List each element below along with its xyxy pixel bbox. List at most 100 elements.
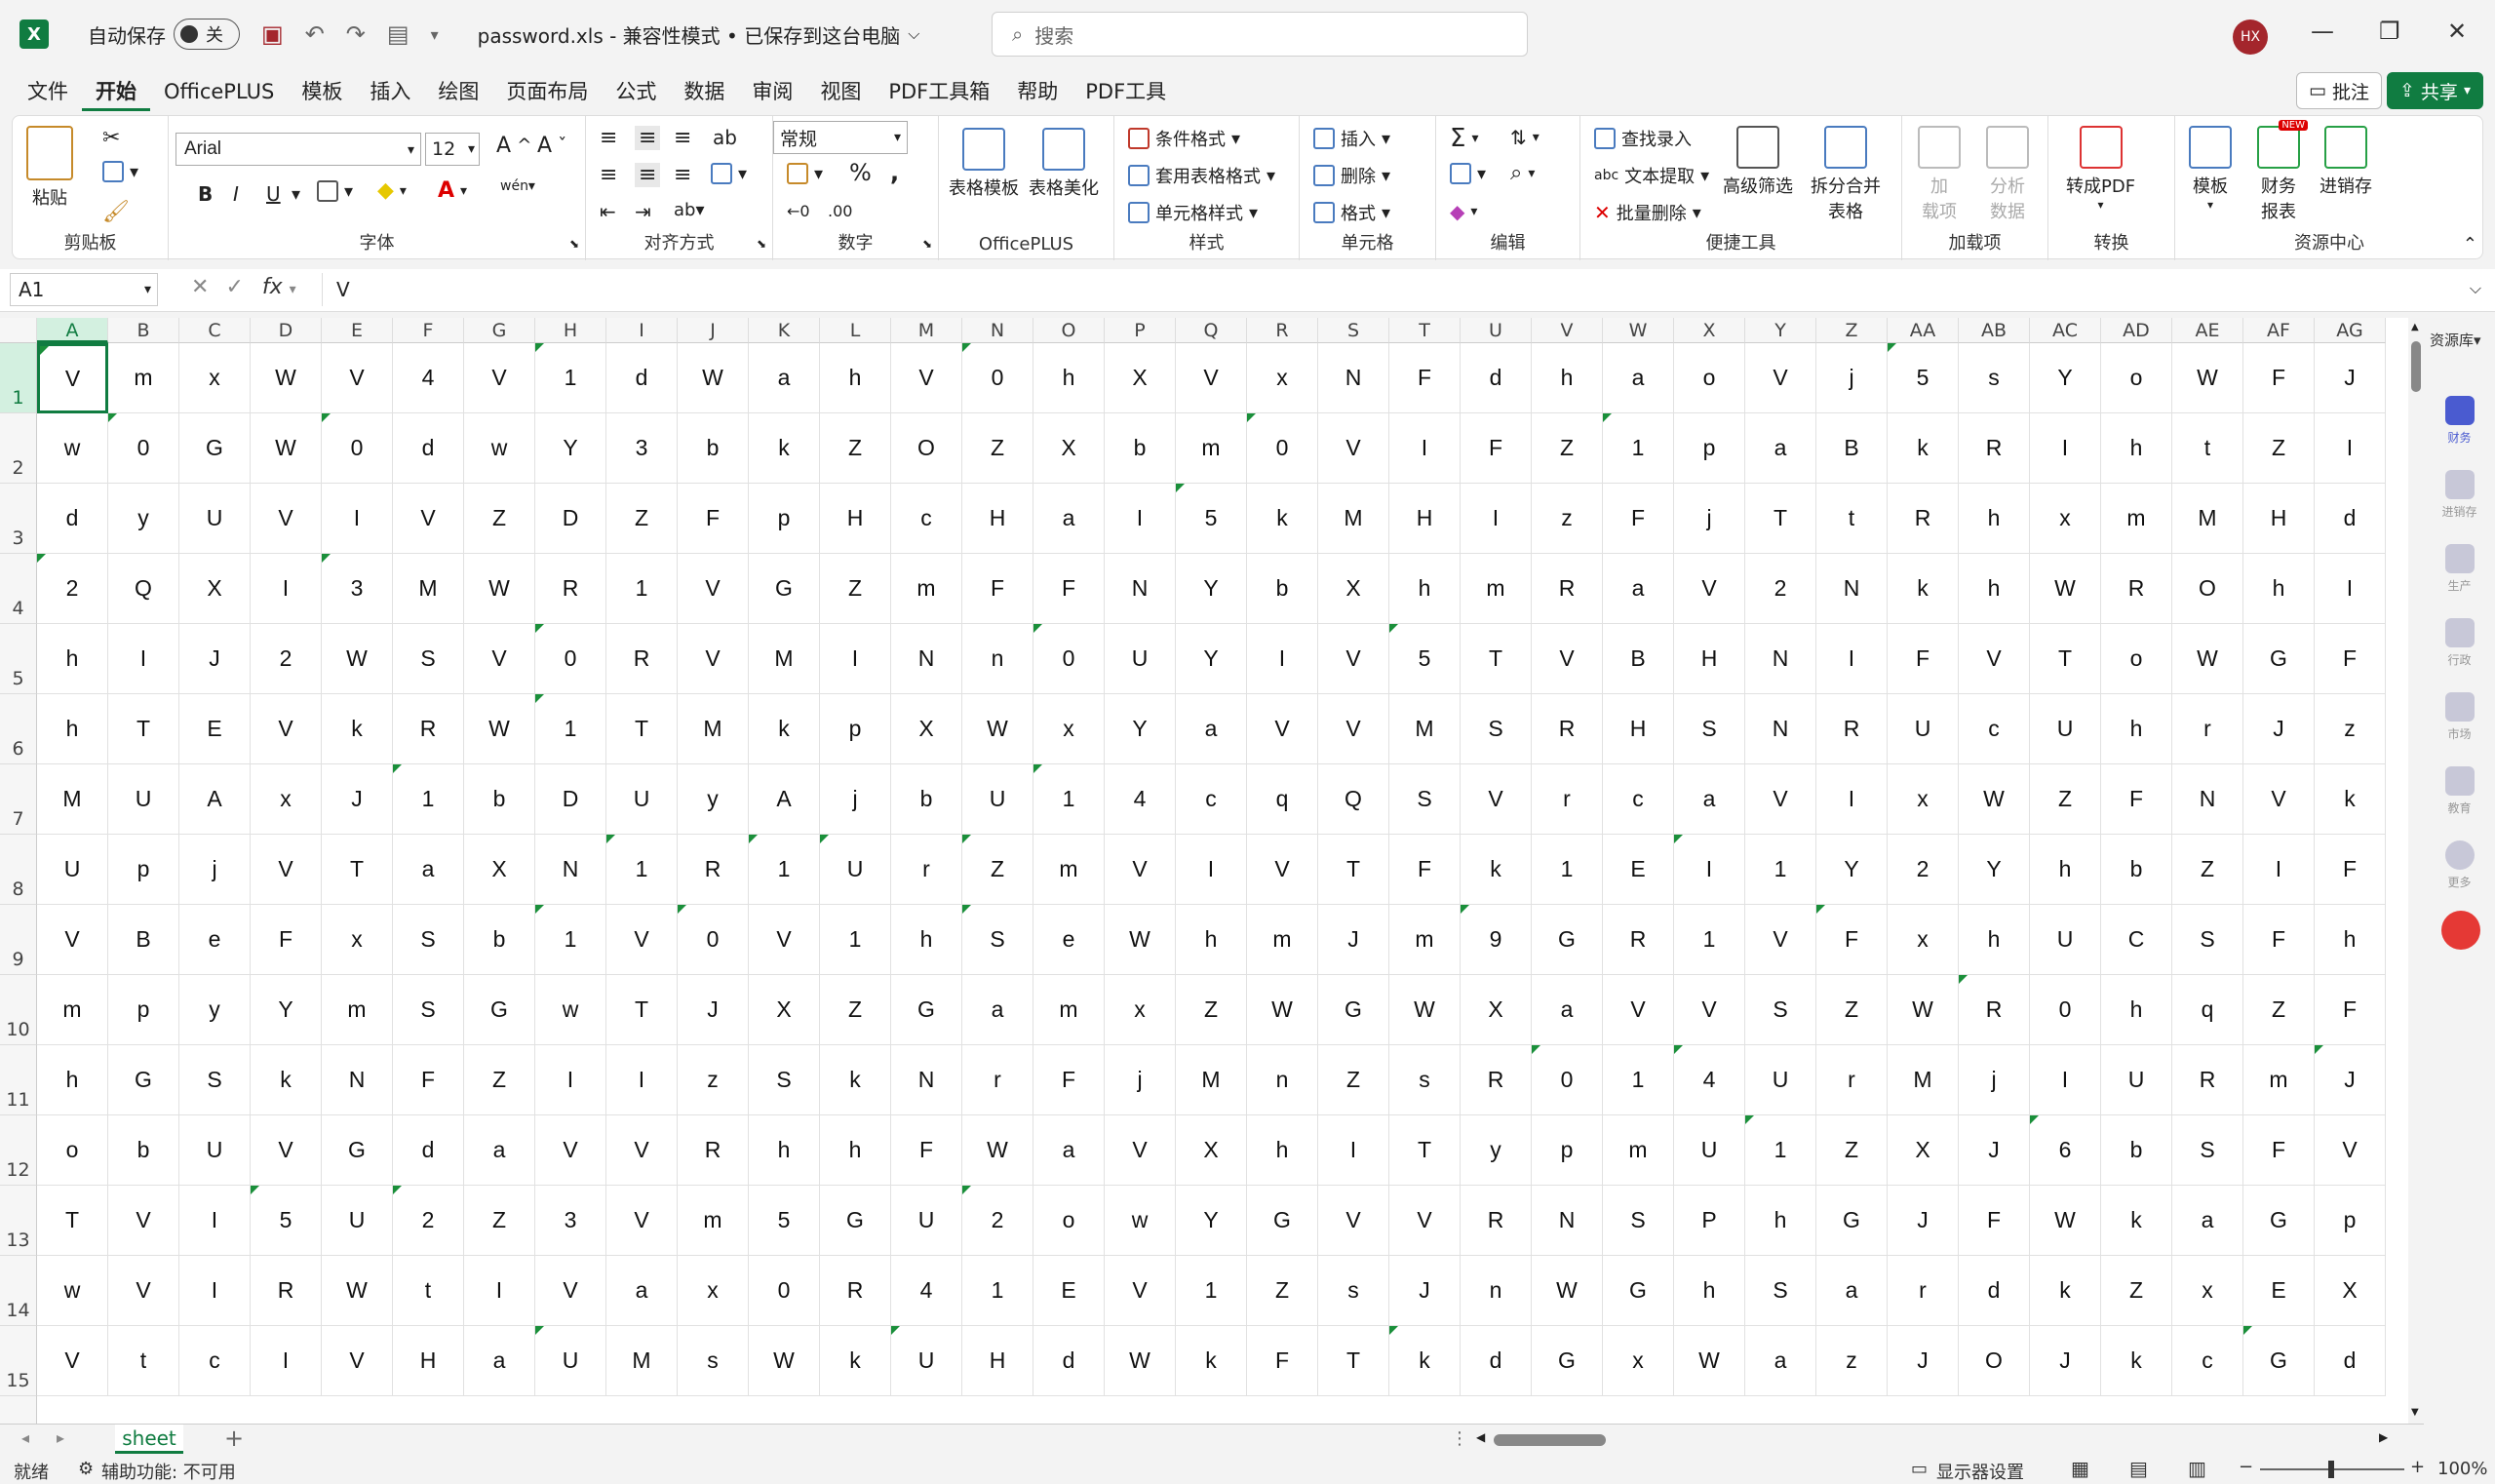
cell-AF11[interactable]: m	[2243, 1045, 2315, 1115]
tab-help[interactable]: 帮助	[1003, 72, 1072, 111]
cell-H1[interactable]: 1	[535, 343, 606, 413]
cell-U13[interactable]: R	[1461, 1186, 1532, 1256]
cell-S7[interactable]: Q	[1318, 764, 1389, 835]
merge-center-icon[interactable]: ▾	[711, 163, 747, 184]
cell-C14[interactable]: I	[179, 1256, 251, 1326]
cell-I12[interactable]: V	[606, 1115, 678, 1186]
cell-U2[interactable]: F	[1461, 413, 1532, 484]
row-header-15[interactable]: 15	[0, 1326, 37, 1396]
cell-G2[interactable]: w	[464, 413, 535, 484]
close-icon[interactable]: ✕	[2447, 18, 2467, 45]
row-header-4[interactable]: 4	[0, 554, 37, 624]
chevron-down-icon[interactable]: ⌵	[908, 24, 919, 44]
align-center-icon[interactable]: ≡	[635, 163, 661, 187]
cell-D7[interactable]: x	[251, 764, 322, 835]
cell-G4[interactable]: W	[464, 554, 535, 624]
cell-Y10[interactable]: S	[1745, 975, 1816, 1045]
cell-K11[interactable]: S	[749, 1045, 820, 1115]
cell-N3[interactable]: H	[962, 484, 1033, 554]
cell-W12[interactable]: m	[1603, 1115, 1674, 1186]
cell-AF3[interactable]: H	[2243, 484, 2315, 554]
cell-T11[interactable]: s	[1389, 1045, 1461, 1115]
cell-K1[interactable]: a	[749, 343, 820, 413]
font-size-select[interactable]: 12 ▾	[425, 133, 480, 166]
cell-T8[interactable]: F	[1389, 835, 1461, 905]
cell-AB4[interactable]: h	[1959, 554, 2030, 624]
cell-AC8[interactable]: h	[2030, 835, 2101, 905]
column-header-U[interactable]: U	[1461, 318, 1532, 343]
column-header-Y[interactable]: Y	[1745, 318, 1816, 343]
tab-data[interactable]: 数据	[670, 72, 738, 111]
cell-P15[interactable]: W	[1105, 1326, 1176, 1396]
cell-U8[interactable]: k	[1461, 835, 1532, 905]
cell-G6[interactable]: W	[464, 694, 535, 764]
font-dialog-launcher-icon[interactable]: ⬊	[569, 237, 579, 251]
cell-B4[interactable]: Q	[108, 554, 179, 624]
cell-S9[interactable]: J	[1318, 905, 1389, 975]
zoom-in-icon[interactable]: +	[2410, 1457, 2425, 1477]
batch-delete-button[interactable]: ✕ 批量删除 ▾	[1594, 200, 1701, 225]
cell-AC6[interactable]: U	[2030, 694, 2101, 764]
cell-D6[interactable]: V	[251, 694, 322, 764]
cell-F1[interactable]: 4	[393, 343, 464, 413]
cell-X7[interactable]: a	[1674, 764, 1745, 835]
cell-R4[interactable]: b	[1247, 554, 1318, 624]
cell-H8[interactable]: N	[535, 835, 606, 905]
cell-AA6[interactable]: U	[1888, 694, 1959, 764]
cell-J3[interactable]: F	[678, 484, 749, 554]
cell-AB15[interactable]: O	[1959, 1326, 2030, 1396]
cell-X3[interactable]: j	[1674, 484, 1745, 554]
cell-C13[interactable]: I	[179, 1186, 251, 1256]
name-box[interactable]: A1 ▾	[10, 273, 158, 306]
scroll-right-icon[interactable]: ▶	[2379, 1430, 2388, 1444]
cell-AD9[interactable]: C	[2101, 905, 2172, 975]
cell-V4[interactable]: R	[1532, 554, 1603, 624]
cell-P5[interactable]: U	[1105, 624, 1176, 694]
page-break-view-icon[interactable]: ▥	[2188, 1457, 2206, 1480]
cell-Z4[interactable]: N	[1816, 554, 1888, 624]
side-item-more[interactable]: 更多	[2424, 840, 2495, 890]
cell-K12[interactable]: h	[749, 1115, 820, 1186]
decrease-font-icon[interactable]: Aˇ	[537, 134, 566, 158]
cell-AG10[interactable]: F	[2315, 975, 2386, 1045]
cell-K4[interactable]: G	[749, 554, 820, 624]
cell-J8[interactable]: R	[678, 835, 749, 905]
cell-X5[interactable]: H	[1674, 624, 1745, 694]
cell-A3[interactable]: d	[37, 484, 108, 554]
cell-A1[interactable]: V	[37, 343, 108, 413]
cell-Z11[interactable]: r	[1816, 1045, 1888, 1115]
tab-file[interactable]: 文件	[14, 72, 82, 111]
format-painter-icon[interactable]: 🖌	[102, 200, 130, 224]
cell-U7[interactable]: V	[1461, 764, 1532, 835]
underline-button[interactable]: U	[266, 182, 281, 206]
vertical-scroll-thumb[interactable]	[2411, 341, 2421, 392]
cell-J9[interactable]: 0	[678, 905, 749, 975]
cell-D8[interactable]: V	[251, 835, 322, 905]
expand-formula-icon[interactable]: ⌵	[2470, 279, 2481, 298]
cell-AB3[interactable]: h	[1959, 484, 2030, 554]
cell-S4[interactable]: X	[1318, 554, 1389, 624]
column-header-AB[interactable]: AB	[1959, 318, 2030, 343]
cell-O3[interactable]: a	[1033, 484, 1105, 554]
column-header-AC[interactable]: AC	[2030, 318, 2101, 343]
cell-I6[interactable]: T	[606, 694, 678, 764]
cell-I11[interactable]: I	[606, 1045, 678, 1115]
cell-Z6[interactable]: R	[1816, 694, 1888, 764]
template-button[interactable]: 模板 ▾	[2189, 126, 2232, 212]
format-painter-quick-icon[interactable]: ▤	[387, 20, 409, 48]
cell-X9[interactable]: 1	[1674, 905, 1745, 975]
cell-V5[interactable]: V	[1532, 624, 1603, 694]
cell-L7[interactable]: j	[820, 764, 891, 835]
cell-D14[interactable]: R	[251, 1256, 322, 1326]
cell-V3[interactable]: z	[1532, 484, 1603, 554]
italic-button[interactable]: I	[233, 182, 239, 206]
cell-Z13[interactable]: G	[1816, 1186, 1888, 1256]
cell-C12[interactable]: U	[179, 1115, 251, 1186]
cell-M10[interactable]: G	[891, 975, 962, 1045]
cell-AC15[interactable]: J	[2030, 1326, 2101, 1396]
cell-style-button[interactable]: 单元格样式 ▾	[1128, 200, 1258, 225]
cell-W7[interactable]: c	[1603, 764, 1674, 835]
cell-O6[interactable]: x	[1033, 694, 1105, 764]
cell-AF10[interactable]: Z	[2243, 975, 2315, 1045]
cell-AC3[interactable]: x	[2030, 484, 2101, 554]
